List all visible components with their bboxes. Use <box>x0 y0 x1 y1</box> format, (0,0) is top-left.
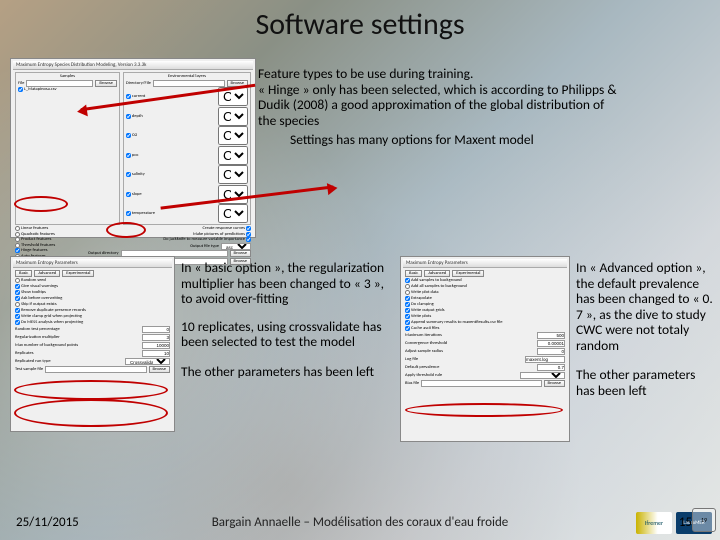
opt-write-grids[interactable]: Write output grids <box>405 308 565 313</box>
bias-input[interactable] <box>421 380 541 387</box>
annotation-text: Feature types to be use during training.… <box>258 66 618 148</box>
opt-visual-warnings[interactable]: Give visual warnings <box>15 284 170 289</box>
highlight-oval <box>14 196 68 212</box>
random-pct-label: Random test percentage <box>15 327 140 332</box>
highlight-oval <box>14 380 168 400</box>
adjust-input[interactable] <box>537 348 565 355</box>
logfile-input[interactable] <box>525 356 565 363</box>
footer-credit: Bargain Annaelle – Modélisation des cora… <box>0 515 720 530</box>
tab-advanced[interactable]: Advanced <box>424 270 450 277</box>
feature-product[interactable]: Product features <box>15 237 85 242</box>
opt-cache-ascii[interactable]: Cache ascii files <box>405 326 565 331</box>
browse-button[interactable]: Browse <box>230 250 251 257</box>
test-sample-label: Test sample file <box>15 367 43 372</box>
tab-experimental[interactable]: Experimental <box>452 270 484 277</box>
output-format-label: Output file type <box>190 244 219 249</box>
samples-label: Samples <box>18 74 117 79</box>
output-format-select[interactable]: asc <box>221 243 251 250</box>
highlight-oval <box>405 403 563 417</box>
max-iter-label: Maximum iterations <box>405 333 535 338</box>
bias-label: Bias file <box>405 381 419 386</box>
reg-mult-label: Regularization multiplier <box>15 335 140 340</box>
directory-label: Directory/File <box>126 81 151 86</box>
opt-add-samples-bg[interactable]: Add samples to background <box>405 278 565 283</box>
replicates-input[interactable] <box>142 350 170 357</box>
feature-linear[interactable]: Linear features <box>15 226 85 231</box>
opt-add-all-samples[interactable]: Add all samples to background <box>405 284 565 289</box>
apply-thr-label: Apply threshold rule <box>405 373 518 378</box>
opt-jackknife[interactable]: Do jackknife to measure variable importa… <box>88 237 251 242</box>
env-type-select[interactable]: Continuous <box>218 204 248 223</box>
window-titlebar: Maximum Entropy Species Distribution Mod… <box>13 61 253 70</box>
apply-thr-select[interactable] <box>520 372 565 379</box>
random-pct-input[interactable] <box>142 326 170 333</box>
feature-threshold[interactable]: Threshold features <box>15 243 85 248</box>
highlight-oval <box>14 399 168 427</box>
tab-basic[interactable]: Basic <box>15 270 32 277</box>
browse-button[interactable]: Browse <box>544 380 565 387</box>
opt-write-plot-data[interactable]: Write plot data <box>405 290 565 295</box>
env-type-select[interactable]: Continuous <box>218 146 248 165</box>
samples-file-input[interactable] <box>26 80 93 87</box>
default-prev-label: Default prevalence <box>405 365 535 370</box>
env-dir-input[interactable] <box>153 80 225 87</box>
file-label: File <box>18 81 24 86</box>
opt-clamping[interactable]: Do clamping <box>405 302 565 307</box>
rep-type-select[interactable]: Crossvalidate <box>125 358 170 365</box>
conv-input[interactable] <box>537 340 565 347</box>
test-sample-input[interactable] <box>45 366 146 373</box>
opt-mess[interactable]: Do MESS analysis when projecting <box>15 320 170 325</box>
annotation-text: In « Advanced option », the default prev… <box>576 260 716 398</box>
annotation-text: In « basic option », the regularization … <box>181 260 391 379</box>
tab-experimental[interactable]: Experimental <box>62 270 94 277</box>
sample-item[interactable]: L_Matapinosa.csv <box>18 87 117 92</box>
env-type-select[interactable]: Continuous <box>218 126 248 145</box>
browse-button[interactable]: Browse <box>149 366 170 373</box>
env-item[interactable]: temperatureContinuous <box>126 204 248 223</box>
opt-ask-overwrite[interactable]: Ask before overwriting <box>15 296 170 301</box>
feature-hinge[interactable]: Hinge features <box>15 248 85 253</box>
opt-append-summary[interactable]: Append summary results to maxentResults.… <box>405 320 565 325</box>
opt-clamp-grid[interactable]: Write clamp grid when projecting <box>15 314 170 319</box>
env-item[interactable]: salinityContinuous <box>126 165 248 184</box>
opt-random-seed[interactable]: Random seed <box>15 278 170 283</box>
window-titlebar: Maximum Entropy Parameters <box>13 259 172 268</box>
opt-tooltips[interactable]: Show tooltips <box>15 290 170 295</box>
env-type-select[interactable]: Continuous <box>218 107 248 126</box>
env-item[interactable]: depthContinuous <box>126 107 248 126</box>
tab-basic[interactable]: Basic <box>405 270 422 277</box>
highlight-oval <box>106 222 146 238</box>
tab-advanced[interactable]: Advanced <box>34 270 60 277</box>
rep-type-label: Replicated run type <box>15 359 123 364</box>
env-label: Environmental layers <box>126 74 248 79</box>
opt-extrapolate[interactable]: Extrapolate <box>405 296 565 301</box>
logfile-label: Log file <box>405 357 523 362</box>
replicates-label: Replicates <box>15 351 140 356</box>
slide-title: Software settings <box>0 6 720 43</box>
env-type-select[interactable]: Continuous <box>218 165 248 184</box>
window-titlebar: Maximum Entropy Parameters <box>403 259 567 268</box>
feature-quadratic[interactable]: Quadratic features <box>15 232 85 237</box>
opt-remove-dup[interactable]: Remove duplicate presence records <box>15 308 170 313</box>
opt-write-plots[interactable]: Write plots <box>405 314 565 319</box>
opt-skip[interactable]: Skip if output exists <box>15 302 170 307</box>
env-item[interactable]: O2Continuous <box>126 126 248 145</box>
browse-button[interactable]: Browse <box>95 80 116 87</box>
adjust-label: Adjust sample radius <box>405 349 535 354</box>
page-number: 15 <box>679 515 692 530</box>
max-bg-label: Max number of background points <box>15 343 140 348</box>
conv-label: Convergence threshold <box>405 341 535 346</box>
env-item[interactable]: pocContinuous <box>126 146 248 165</box>
max-bg-input[interactable] <box>142 342 170 349</box>
max-iter-input[interactable] <box>537 332 565 339</box>
reg-mult-input[interactable] <box>142 334 170 341</box>
default-prev-input[interactable] <box>537 364 565 371</box>
